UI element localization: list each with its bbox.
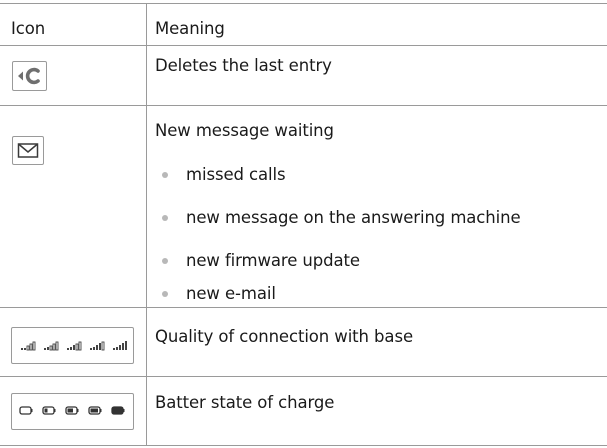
row-1-bottom-rule	[0, 105, 607, 106]
table-row-signal-meaning: Quality of connection with base	[155, 327, 413, 346]
icon-meaning-table: Icon Meaning Deletes the last entry New …	[0, 0, 607, 448]
table-top-rule	[0, 3, 607, 4]
list-item-new-email: new e-mail	[186, 284, 276, 303]
bullet-marker	[162, 215, 168, 221]
list-item-missed-calls: missed calls	[186, 165, 286, 184]
column-header-icon: Icon	[11, 19, 46, 38]
bullet-marker	[162, 258, 168, 264]
signal-strength-icons	[11, 327, 134, 364]
list-item-firmware-update: new firmware update	[186, 251, 360, 270]
signal-bars-icon	[21, 341, 127, 351]
table-row-message-meaning: New message waiting	[155, 121, 334, 140]
clear-icon	[12, 61, 47, 91]
table-row-battery-meaning: Batter state of charge	[155, 393, 335, 412]
row-3-bottom-rule	[0, 376, 607, 377]
battery-levels-icon	[19, 406, 125, 415]
bullet-marker	[162, 291, 168, 297]
column-header-meaning: Meaning	[155, 19, 225, 38]
header-bottom-rule	[0, 45, 607, 46]
table-bottom-rule	[0, 445, 607, 446]
table-row-clear-meaning: Deletes the last entry	[155, 56, 332, 75]
list-item-answering-machine: new message on the answering machine	[186, 208, 521, 227]
envelope-icon	[12, 136, 44, 165]
row-2-bottom-rule	[0, 307, 607, 308]
column-divider	[146, 3, 147, 446]
bullet-marker	[162, 172, 168, 178]
battery-charge-icons	[11, 393, 134, 430]
